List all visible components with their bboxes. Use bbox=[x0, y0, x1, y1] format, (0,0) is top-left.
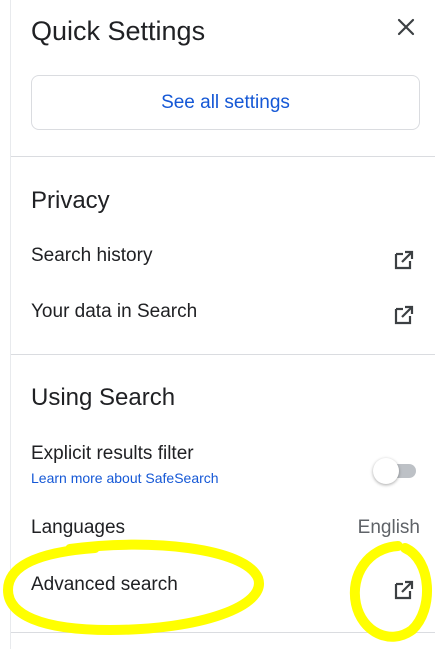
languages-value: English bbox=[357, 517, 420, 538]
explicit-results-filter-label: Explicit results filter bbox=[31, 443, 194, 464]
open-external-icon[interactable] bbox=[392, 248, 416, 272]
panel-header: Quick Settings bbox=[11, 0, 435, 66]
your-data-in-search-label: Your data in Search bbox=[31, 301, 198, 322]
languages-label: Languages bbox=[31, 517, 126, 538]
page-title: Quick Settings bbox=[31, 16, 206, 46]
close-button[interactable] bbox=[393, 14, 419, 40]
divider bbox=[11, 354, 435, 355]
divider bbox=[11, 632, 435, 633]
open-external-icon[interactable] bbox=[392, 578, 416, 602]
safesearch-learn-more-link[interactable]: Learn more about SafeSearch bbox=[31, 470, 219, 486]
quick-settings-panel: Quick Settings See all settings Privacy … bbox=[10, 0, 435, 649]
section-title-privacy: Privacy bbox=[31, 187, 110, 214]
open-external-icon[interactable] bbox=[392, 303, 416, 327]
see-all-settings-button[interactable]: See all settings bbox=[31, 75, 420, 130]
search-history-label: Search history bbox=[31, 245, 153, 266]
close-icon bbox=[397, 18, 415, 36]
section-title-using-search: Using Search bbox=[31, 384, 176, 411]
explicit-filter-toggle[interactable] bbox=[372, 458, 418, 484]
advanced-search-label: Advanced search bbox=[31, 574, 178, 595]
divider bbox=[11, 156, 435, 157]
toggle-thumb bbox=[373, 458, 399, 484]
